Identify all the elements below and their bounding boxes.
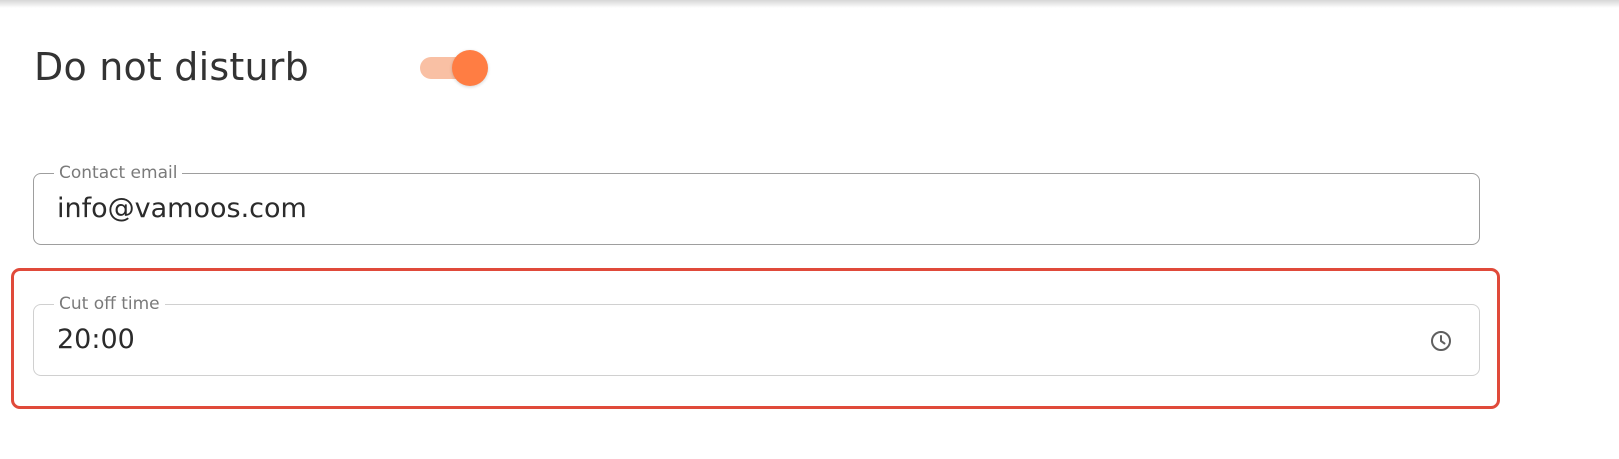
cut-off-time-label: Cut off time bbox=[54, 294, 165, 314]
toggle-thumb[interactable] bbox=[452, 50, 488, 86]
do-not-disturb-title: Do not disturb bbox=[34, 45, 309, 89]
header-shadow bbox=[0, 0, 1619, 8]
contact-email-label: Contact email bbox=[54, 163, 183, 183]
contact-email-field[interactable]: Contact email info@vamoos.com bbox=[33, 163, 1480, 245]
clock-icon[interactable] bbox=[1429, 329, 1453, 353]
do-not-disturb-toggle[interactable] bbox=[420, 50, 488, 86]
contact-email-input[interactable]: info@vamoos.com bbox=[57, 190, 1357, 228]
cut-off-time-input[interactable]: 20:00 bbox=[57, 321, 1357, 359]
cut-off-time-field[interactable]: Cut off time 20:00 bbox=[33, 294, 1480, 376]
